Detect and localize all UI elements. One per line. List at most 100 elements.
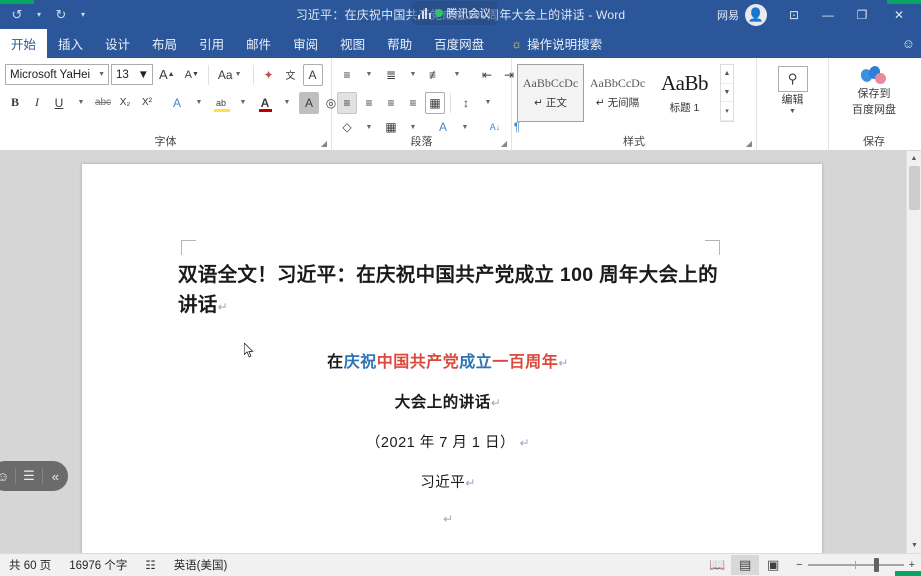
decrease-indent-icon[interactable]: ⇤ (477, 64, 497, 86)
zoom-track[interactable] (807, 558, 904, 572)
minimize-button[interactable]: — (811, 0, 845, 29)
scroll-down-icon[interactable]: ▼ (907, 538, 921, 553)
zoom-slider[interactable]: − + (796, 558, 915, 572)
avatar[interactable]: 👤 (745, 3, 767, 26)
clear-formatting-icon[interactable]: ✦ (259, 64, 279, 86)
character-shading-icon[interactable]: A (299, 91, 319, 114)
document-area[interactable]: 双语全文！习近平：在庆祝中国共产党成立 100 周年大会上的讲话↵ 在庆祝中国共… (0, 151, 921, 553)
ribbon-display-options-icon[interactable]: ⊡ (777, 0, 811, 29)
scrollbar-thumb[interactable] (909, 166, 920, 210)
align-center-icon[interactable]: ≡ (359, 92, 379, 114)
meeting-float-toolbar[interactable]: ☺ ☰ « (0, 461, 68, 491)
superscript-icon[interactable]: X² (137, 92, 157, 114)
tab-help[interactable]: 帮助 (376, 29, 423, 58)
audio-level-icon (418, 7, 431, 19)
style-item-no-spacing[interactable]: AaBbCcDc ↵ 无间隔 (584, 64, 651, 122)
text-effects-icon[interactable]: A (167, 92, 187, 114)
language-indicator[interactable]: 英语(美国) (165, 557, 237, 573)
account-name[interactable]: 网易 (717, 7, 739, 23)
font-name-input[interactable]: Microsoft YaHei ▼ (5, 64, 109, 85)
scroll-up-icon[interactable]: ▲ (721, 65, 733, 84)
vertical-scrollbar[interactable]: ▲ ▼ (906, 151, 921, 553)
font-color-icon[interactable]: A (255, 92, 275, 114)
bullets-icon[interactable]: ≡ (337, 64, 357, 86)
highlight-dropdown-icon[interactable]: ▼ (233, 92, 253, 114)
strikethrough-icon[interactable]: abc (93, 92, 113, 114)
scroll-down-icon[interactable]: ▼ (721, 84, 733, 103)
user-icon[interactable]: ☺ (902, 36, 915, 51)
style-item-heading1[interactable]: AaBb 标题 1 (651, 64, 718, 122)
numbering-icon[interactable]: ≣ (381, 64, 401, 86)
align-left-icon[interactable]: ≡ (337, 91, 357, 114)
subscript-icon[interactable]: X₂ (115, 92, 135, 114)
editing-button[interactable]: ⚲ 编辑 ▼ (766, 62, 820, 128)
text-effects-dropdown-icon[interactable]: ▼ (189, 92, 209, 114)
document-body[interactable]: 双语全文！习近平：在庆祝中国共产党成立 100 周年大会上的讲话↵ 在庆祝中国共… (178, 260, 718, 540)
proofing-status-icon[interactable]: ☷ (136, 558, 164, 572)
underline-dropdown-icon[interactable]: ▼ (71, 92, 91, 114)
document-page[interactable]: 双语全文！习近平：在庆祝中国共产党成立 100 周年大会上的讲话↵ 在庆祝中国共… (82, 164, 822, 553)
justify-icon[interactable]: ≡ (403, 92, 423, 114)
save-to-baidu-netdisk-button[interactable]: 保存到 百度网盘 (843, 62, 905, 128)
shrink-font-icon[interactable]: A ▼ (181, 64, 203, 86)
tencent-meeting-indicator[interactable]: 腾讯会议 (412, 1, 497, 25)
style-item-normal[interactable]: AaBbCcDc ↵ 正文 (517, 64, 584, 122)
multilevel-list-dropdown-icon[interactable]: ▼ (447, 64, 467, 86)
styles-gallery-scroll[interactable]: ▲ ▼ ▾ (720, 64, 734, 122)
styles-dialog-launcher-icon[interactable]: ◢ (746, 139, 752, 148)
tab-layout[interactable]: 布局 (141, 29, 188, 58)
share-area: ☺ (902, 29, 921, 58)
line-spacing-icon[interactable]: ↕ (456, 92, 476, 114)
zoom-thumb[interactable] (873, 558, 879, 572)
line-spacing-dropdown-icon[interactable]: ▼ (478, 92, 498, 114)
undo-icon[interactable]: ↺ (4, 4, 30, 26)
scroll-up-icon[interactable]: ▲ (907, 151, 921, 166)
character-border-icon[interactable]: A (302, 63, 323, 86)
tab-references[interactable]: 引用 (188, 29, 235, 58)
font-color-dropdown-icon[interactable]: ▼ (277, 92, 297, 114)
chat-icon[interactable]: ☰ (16, 468, 41, 484)
qat-customize-icon[interactable]: ▾ (76, 4, 90, 26)
undo-dropdown-icon[interactable]: ▾ (32, 4, 46, 26)
bullets-dropdown-icon[interactable]: ▼ (359, 64, 379, 86)
tab-home[interactable]: 开始 (0, 29, 48, 58)
zoom-out-button[interactable]: − (796, 559, 802, 571)
view-read-mode[interactable]: 📖 (703, 555, 731, 575)
view-print-layout[interactable]: ▤ (731, 555, 760, 575)
phonetic-guide-icon[interactable]: 文 (281, 64, 301, 86)
distributed-icon[interactable]: ▦ (425, 91, 445, 114)
highlight-icon[interactable]: ab (211, 92, 231, 114)
close-button[interactable]: ✕ (879, 0, 919, 29)
paragraph-dialog-launcher-icon[interactable]: ◢ (501, 139, 507, 148)
underline-icon[interactable]: U (49, 92, 69, 114)
align-right-icon[interactable]: ≡ (381, 92, 401, 114)
italic-icon[interactable]: I (27, 92, 47, 114)
grow-font-icon[interactable]: A ▲ (155, 64, 179, 86)
numbering-dropdown-icon[interactable]: ▼ (403, 64, 423, 86)
tab-baidu-netdisk[interactable]: 百度网盘 (423, 29, 495, 58)
styles-more-icon[interactable]: ▾ (721, 102, 733, 122)
tab-mailings[interactable]: 邮件 (235, 29, 282, 58)
page-count[interactable]: 共 60 页 (0, 557, 60, 573)
tab-view[interactable]: 视图 (329, 29, 376, 58)
font-size-input[interactable]: 13 ▼ (111, 64, 153, 85)
tab-review[interactable]: 审阅 (282, 29, 329, 58)
multilevel-list-icon[interactable]: ≢ (425, 64, 445, 86)
restore-button[interactable]: ❐ (845, 0, 879, 29)
tab-design[interactable]: 设计 (94, 29, 141, 58)
bold-icon[interactable]: B (5, 92, 25, 114)
word-count[interactable]: 16976 个字 (60, 557, 136, 573)
editing-label: 编辑 (781, 94, 804, 106)
tab-insert[interactable]: 插入 (47, 29, 94, 58)
font-dialog-launcher-icon[interactable]: ◢ (321, 139, 327, 148)
group-paragraph-label: 段落 (410, 136, 433, 148)
emoji-icon[interactable]: ☺ (0, 469, 15, 484)
font-size-value: 13 (116, 68, 129, 81)
redo-icon[interactable]: ↻ (48, 4, 74, 26)
style-label: ↵ 正文 (534, 97, 567, 109)
view-web-layout[interactable]: ▣ (759, 555, 787, 575)
tell-me-search[interactable]: ☼ 操作说明搜索 (495, 29, 612, 58)
zoom-in-button[interactable]: + (909, 559, 915, 571)
collapse-icon[interactable]: « (43, 469, 68, 484)
change-case-icon[interactable]: Aa ▼ (214, 64, 248, 86)
